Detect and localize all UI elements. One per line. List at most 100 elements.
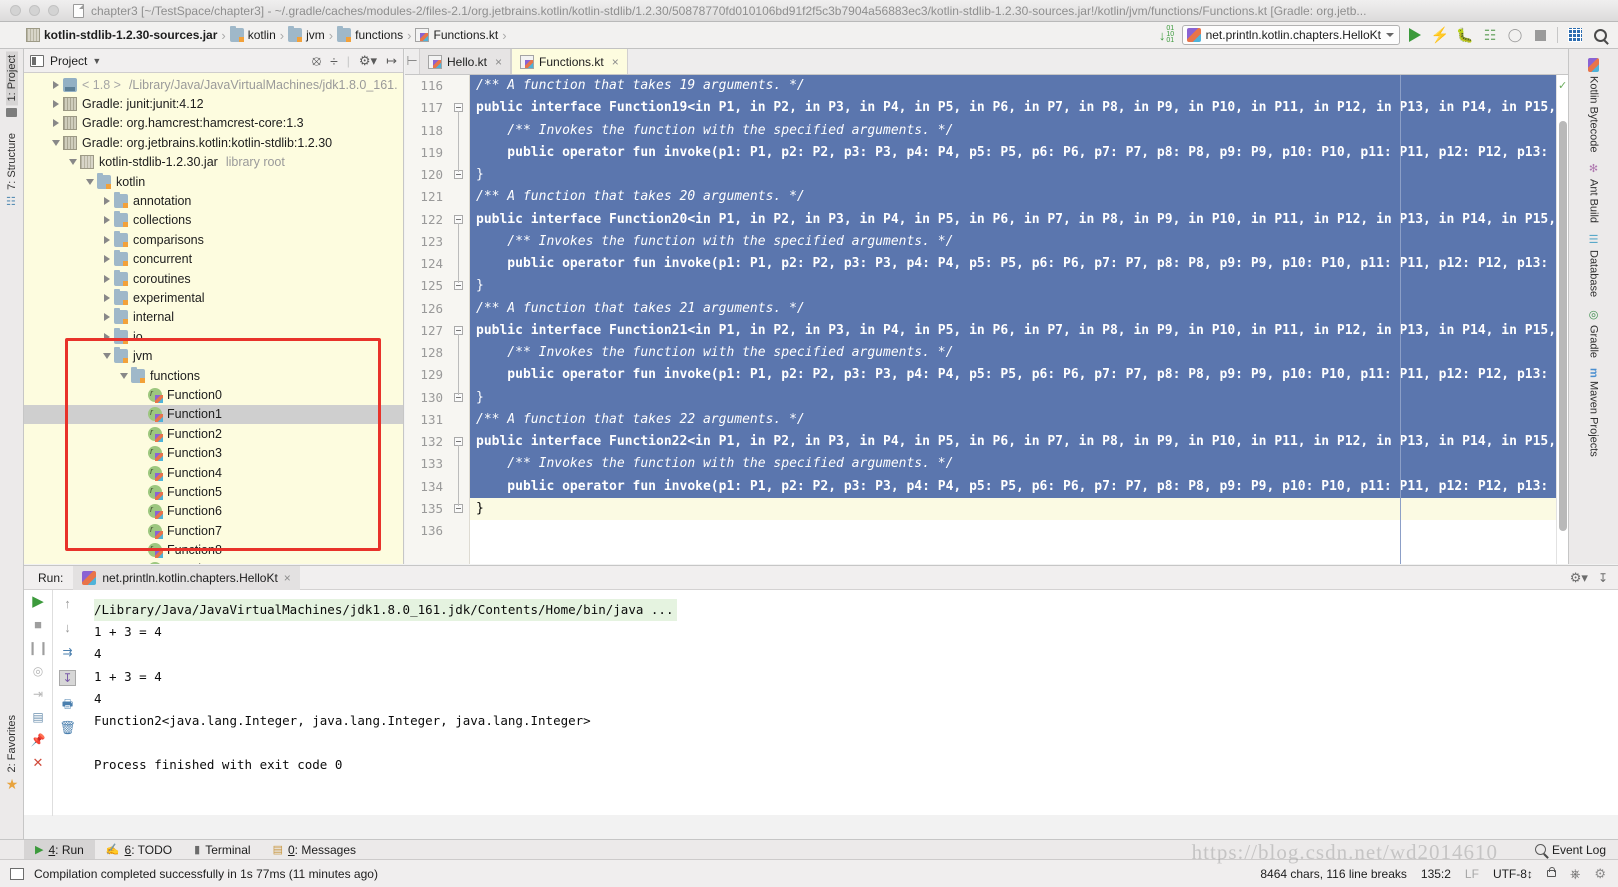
collapse-all-icon[interactable]: ÷ <box>330 53 338 69</box>
tab-messages[interactable]: ▤ 0: Messages <box>262 840 367 860</box>
sidebar-item-kotlin-bytecode[interactable]: Kotlin Bytecode <box>1588 53 1600 157</box>
code-editor[interactable]: 116 117 118 119 120 121 122 123 124 125 126 127 128 1… <box>405 75 1568 564</box>
tree-node-internal[interactable]: internal <box>24 308 403 327</box>
code-line[interactable]: /** Invokes the function with the specif… <box>470 230 1556 253</box>
hide-icon[interactable]: ↧ <box>1598 571 1608 585</box>
code-line[interactable]: /** A function that takes 20 arguments. … <box>470 186 1556 209</box>
rerun-icon[interactable]: ▶ <box>32 594 44 609</box>
chevron-down-icon[interactable] <box>49 139 63 146</box>
stop-button[interactable] <box>1530 25 1550 45</box>
close-icon[interactable]: ✕ <box>33 756 44 769</box>
maximize-window-button[interactable] <box>48 5 59 16</box>
chevron-right-icon[interactable] <box>100 197 114 206</box>
status-caret-position[interactable]: 135:2 <box>1421 867 1451 881</box>
tree-node-comparisons[interactable]: comparisons <box>24 230 403 249</box>
chevron-right-icon[interactable] <box>100 255 114 264</box>
run-configuration-selector[interactable]: net.println.kotlin.chapters.HelloKt <box>1181 25 1400 45</box>
code-line[interactable]: public operator fun invoke(p1: P1, p2: P… <box>470 364 1556 387</box>
status-line-separator[interactable]: LF <box>1465 867 1479 881</box>
tree-node-gradle-org-jetbrains-kotlin-kotlin-stdlib-1-2-30[interactable]: Gradle: org.jetbrains.kotlin:kotlin-stdl… <box>24 133 403 152</box>
tree-node-function5[interactable]: r Function5 <box>24 482 403 501</box>
tab-hello-kt[interactable]: Hello.kt × <box>419 49 512 74</box>
minimize-window-button[interactable] <box>29 5 40 16</box>
tree-node-kotlin-stdlib-1-2-30-jar[interactable]: kotlin-stdlib-1.2.30.jar library root <box>24 153 403 172</box>
code-line[interactable] <box>470 520 1556 542</box>
code-line[interactable]: /** Invokes the function with the specif… <box>470 119 1556 142</box>
stop-icon[interactable]: ■ <box>34 618 42 631</box>
tree-node-function6[interactable]: r Function6 <box>24 502 403 521</box>
tab-terminal[interactable]: ▮ Terminal <box>183 840 261 860</box>
close-icon[interactable]: × <box>495 55 502 69</box>
code-line[interactable]: public operator fun invoke(p1: P1, p2: P… <box>470 475 1556 498</box>
code-line[interactable]: /** A function that takes 22 arguments. … <box>470 408 1556 431</box>
code-line[interactable]: public interface Function20<in P1, in P2… <box>470 208 1556 231</box>
run-tab[interactable]: net.println.kotlin.chapters.HelloKt × <box>73 565 300 590</box>
tab-functions-kt[interactable]: Functions.kt × <box>511 49 628 74</box>
scroll-to-end-icon[interactable]: ↧ <box>59 670 76 686</box>
code-line[interactable]: /** A function that takes 19 arguments. … <box>470 75 1556 98</box>
breadcrumb-item-kotlin[interactable]: kotlin › <box>229 26 288 45</box>
breadcrumb-item-functions[interactable]: functions › <box>337 26 415 45</box>
chevron-right-icon[interactable] <box>100 274 114 283</box>
tree-node-concurrent[interactable]: concurrent <box>24 250 403 269</box>
editor-marker-bar[interactable]: ✓ <box>1556 75 1568 564</box>
inspections-icon[interactable]: ⚙ <box>1594 866 1606 882</box>
chevron-right-icon[interactable] <box>49 80 63 89</box>
layout-icon[interactable]: ▤ <box>32 711 43 723</box>
tab-todo[interactable]: ✍ 6: TODO <box>95 840 183 860</box>
chevron-right-icon[interactable] <box>49 119 63 128</box>
tab-list-icon[interactable]: ⊢ <box>405 48 419 74</box>
close-window-button[interactable] <box>10 5 21 16</box>
tree-node-coroutines[interactable]: coroutines <box>24 269 403 288</box>
tree-node-annotation[interactable]: annotation <box>24 191 403 210</box>
run-with-coverage-bolt-icon[interactable]: ⚡ <box>1430 25 1450 45</box>
up-arrow-icon[interactable]: ↑ <box>64 597 71 610</box>
settings-gear-icon[interactable]: ⚙▾ <box>359 53 377 69</box>
project-tree[interactable]: < 1.8 > /Library/Java/JavaVirtualMachines… <box>24 73 403 564</box>
fold-column[interactable] <box>447 75 469 564</box>
close-icon[interactable]: × <box>612 55 619 69</box>
tree-node-jvm[interactable]: jvm <box>24 346 403 365</box>
status-info-icon[interactable] <box>10 867 24 880</box>
chevron-down-icon[interactable] <box>100 353 114 360</box>
print-icon[interactable]: 🖶 <box>62 698 73 710</box>
tree-node-function7[interactable]: r Function7 <box>24 521 403 540</box>
sidebar-item-structure[interactable]: 7: Structure <box>6 129 18 194</box>
window-controls[interactable] <box>0 5 59 16</box>
soft-wrap-icon[interactable]: ⇉ <box>62 646 72 658</box>
code-line[interactable]: /** Invokes the function with the specif… <box>470 342 1556 365</box>
run-button[interactable] <box>1405 25 1425 45</box>
tree-node-function2[interactable]: r Function2 <box>24 424 403 443</box>
breadcrumb-item-jvm[interactable]: jvm › <box>288 26 337 45</box>
tree-node-gradle-org-hamcrest-hamcrest-core-1-3[interactable]: Gradle: org.hamcrest:hamcrest-core:1.3 <box>24 114 403 133</box>
tree-node-function9[interactable]: rFunction9 <box>24 560 403 564</box>
hide-icon[interactable]: ↦ <box>386 53 397 69</box>
status-encoding[interactable]: UTF-8↕ <box>1493 867 1533 881</box>
profile-button[interactable]: ◯ <box>1505 25 1525 45</box>
project-structure-button[interactable] <box>1565 25 1585 45</box>
event-log-label[interactable]: Event Log <box>1552 843 1606 857</box>
code-line[interactable]: } <box>470 164 1556 187</box>
pin-icon[interactable]: 📌 <box>31 734 46 746</box>
code-content[interactable]: /** A function that takes 19 arguments. … <box>470 75 1556 564</box>
chevron-down-icon[interactable]: ▼ <box>92 56 101 66</box>
tree-node-function0[interactable]: r Function0 <box>24 385 403 404</box>
sidebar-item-project[interactable]: 1: Project <box>5 51 18 106</box>
trash-icon[interactable]: 🗑 <box>59 721 76 734</box>
chevron-down-icon[interactable] <box>117 372 131 379</box>
tree-node-function8[interactable]: r Function8 <box>24 540 403 559</box>
debug-button[interactable]: 🐛 <box>1455 25 1475 45</box>
code-line[interactable]: public operator fun invoke(p1: P1, p2: P… <box>470 141 1556 164</box>
sidebar-item-maven-projects[interactable]: m Maven Projects <box>1588 363 1600 463</box>
down-arrow-icon[interactable]: ↓ <box>64 621 71 634</box>
screenshot-icon[interactable]: ◎ <box>33 665 43 677</box>
sidebar-item-gradle[interactable]: ◎ Gradle <box>1587 303 1600 363</box>
chevron-down-icon[interactable] <box>66 159 80 166</box>
coverage-button[interactable]: ☷ <box>1480 25 1500 45</box>
search-everywhere-button[interactable] <box>1590 25 1610 45</box>
close-icon[interactable]: × <box>284 571 291 585</box>
code-line[interactable]: } <box>470 275 1556 298</box>
code-line[interactable]: public interface Function19<in P1, in P2… <box>470 97 1556 120</box>
chevron-right-icon[interactable] <box>100 313 114 322</box>
tree-node-function1[interactable]: r Function1 <box>24 404 403 425</box>
